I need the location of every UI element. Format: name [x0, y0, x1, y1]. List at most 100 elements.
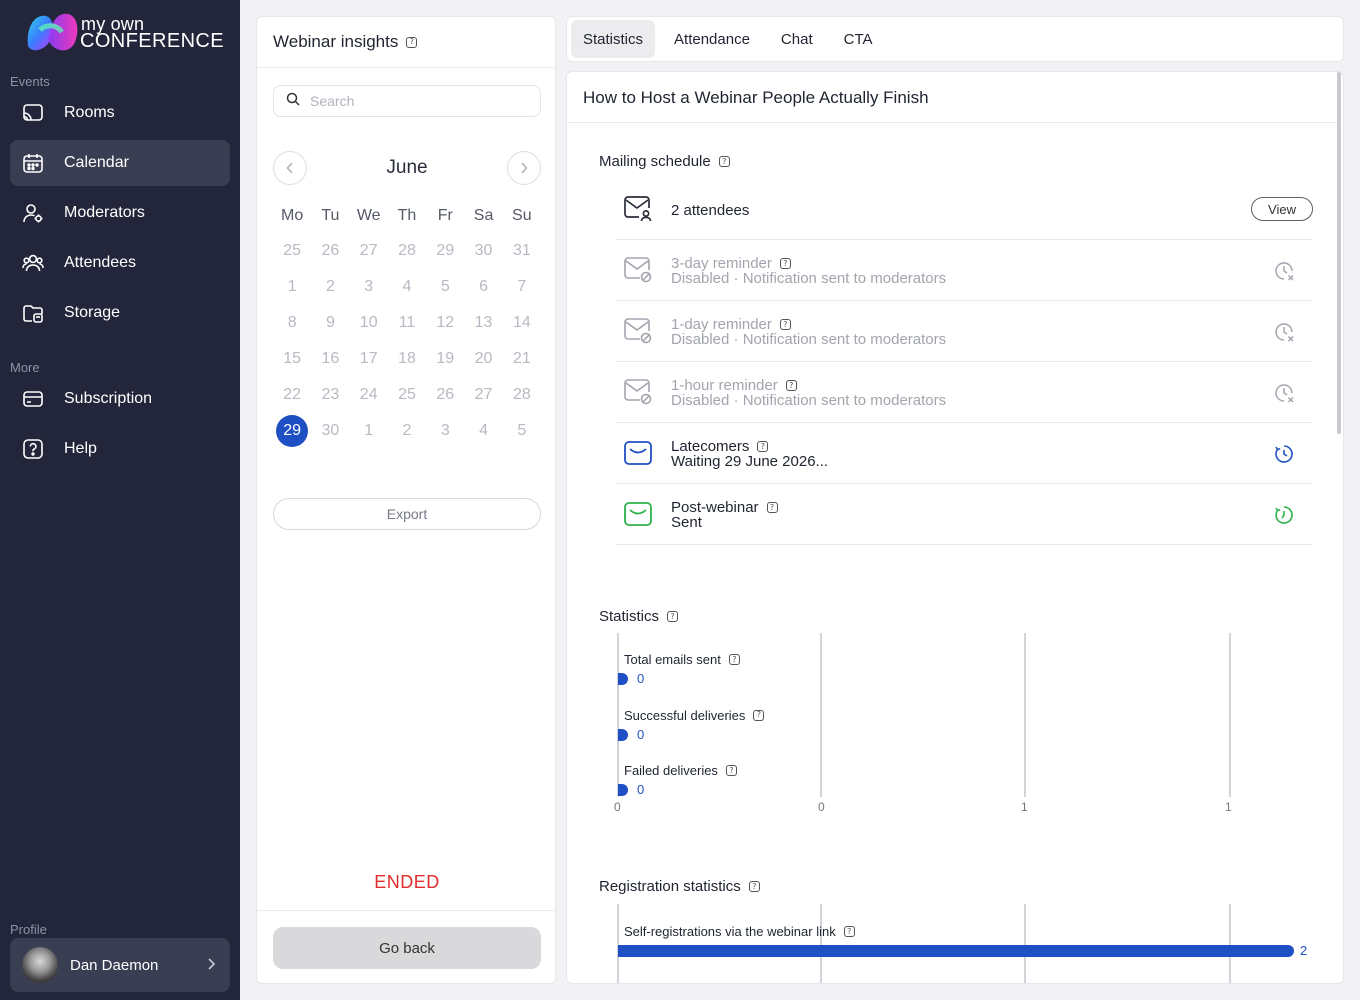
calendar-day[interactable]: 23 — [311, 379, 349, 411]
help-icon[interactable]: ? — [725, 765, 737, 776]
calendar-day-number: 1 — [364, 422, 374, 439]
mailing-row[interactable]: 1-day reminder? Disabled · Notification s… — [615, 301, 1313, 362]
view-attendees-button[interactable]: View — [1251, 197, 1313, 221]
calendar-day[interactable]: 5 — [503, 415, 541, 447]
webinar-status: ENDED — [374, 872, 440, 892]
sidebar-item-moderators[interactable]: Moderators — [10, 190, 230, 236]
sidebar-item-rooms[interactable]: Rooms — [10, 90, 230, 136]
calendar-day[interactable]: 27 — [350, 235, 388, 267]
sidebar-item-label: Subscription — [64, 390, 153, 407]
calendar-day[interactable]: 4 — [464, 415, 502, 447]
calendar-day[interactable]: 19 — [426, 343, 464, 375]
help-icon[interactable]: ? — [753, 709, 765, 721]
sidebar-item-calendar[interactable]: Calendar — [10, 140, 230, 186]
calendar-day-number: 2 — [402, 422, 412, 439]
help-icon[interactable]: ? — [406, 36, 418, 48]
help-icon[interactable]: ? — [728, 654, 740, 665]
mailing-row[interactable]: Latecomers? Waiting 29 June 2026... — [615, 423, 1313, 484]
calendar-day[interactable]: 16 — [311, 343, 349, 375]
calendar-day[interactable]: 24 — [350, 379, 388, 411]
calendar-day-number: 30 — [474, 242, 493, 259]
calendar-day[interactable]: 11 — [388, 307, 426, 339]
calendar-day-number: 20 — [474, 350, 493, 367]
calendar-day[interactable]: 7 — [503, 271, 541, 303]
calendar-day[interactable]: 8 — [273, 307, 311, 339]
stat-label: Successful deliveries? — [624, 708, 765, 723]
sidebar-item-attendees[interactable]: Attendees — [10, 240, 230, 286]
calendar-day[interactable]: 14 — [503, 307, 541, 339]
calendar-day[interactable]: 30 — [464, 235, 502, 267]
calendar-day-number: 11 — [398, 314, 416, 331]
help-icon[interactable]: ? — [843, 926, 855, 937]
calendar-day[interactable]: 18 — [388, 343, 426, 375]
calendar-day[interactable]: 12 — [426, 307, 464, 339]
help-icon[interactable]: ? — [785, 380, 797, 391]
help-icon[interactable]: ? — [757, 441, 769, 452]
profile-card[interactable]: Dan Daemon — [10, 938, 230, 992]
calendar-day[interactable]: 27 — [464, 379, 502, 411]
calendar-day[interactable]: 31 — [503, 235, 541, 267]
next-month-button[interactable] — [507, 151, 541, 185]
calendar-day[interactable]: 5 — [426, 271, 464, 303]
calendar-day[interactable]: 25 — [388, 379, 426, 411]
help-icon[interactable]: ? — [779, 319, 791, 330]
calendar-day[interactable]: 26 — [426, 379, 464, 411]
calendar-day-number: 15 — [283, 350, 302, 367]
tab-statistics[interactable]: Statistics — [571, 20, 656, 58]
calendar-day[interactable]: 2 — [388, 415, 426, 447]
calendar-day[interactable]: 28 — [503, 379, 541, 411]
sidebar-item-help[interactable]: Help — [10, 426, 230, 472]
tab-cta[interactable]: CTA — [832, 20, 885, 58]
calendar-day[interactable]: 2 — [311, 271, 349, 303]
tab-attendance[interactable]: Attendance — [662, 20, 762, 58]
export-button[interactable]: Export — [273, 498, 541, 530]
calendar-day-number: 23 — [321, 386, 340, 403]
calendar-day[interactable]: 17 — [350, 343, 388, 375]
registration-statistics-title: Registration statistics ? — [599, 878, 760, 895]
calendar-day[interactable]: 21 — [503, 343, 541, 375]
scrollbar[interactable] — [1337, 72, 1341, 434]
calendar-day[interactable]: 29 — [426, 235, 464, 267]
calendar-day[interactable]: 6 — [464, 271, 502, 303]
calendar-day[interactable]: 10 — [350, 307, 388, 339]
sidebar-item-subscription[interactable]: Subscription — [10, 376, 230, 422]
weekday-label: Fr — [437, 207, 453, 224]
mailing-row[interactable]: 3-day reminder? Disabled · Notification s… — [615, 240, 1313, 301]
calendar-day[interactable]: 15 — [273, 343, 311, 375]
stat-bar — [618, 673, 628, 685]
calendar-day[interactable]: 3 — [350, 271, 388, 303]
statistics-title: Statistics ? — [599, 608, 679, 625]
help-icon[interactable]: ? — [667, 611, 679, 622]
calendar-day[interactable]: 1 — [273, 271, 311, 303]
calendar-day[interactable]: 28 — [388, 235, 426, 267]
calendar-day[interactable]: 13 — [464, 307, 502, 339]
help-icon[interactable]: ? — [779, 258, 791, 269]
weekday-label: Th — [397, 207, 417, 224]
go-back-button[interactable]: Go back — [273, 927, 541, 969]
calendar-day[interactable]: 30 — [311, 415, 349, 447]
calendar-day[interactable]: 25 — [273, 235, 311, 267]
divider — [567, 122, 1337, 123]
calendar-day-number: 26 — [436, 386, 455, 403]
sidebar-item-storage[interactable]: Storage — [10, 290, 230, 336]
calendar-day-number: 29 — [436, 242, 455, 259]
calendar-day-number: 4 — [402, 278, 412, 295]
calendar-day[interactable]: 20 — [464, 343, 502, 375]
mailing-row[interactable]: 1-hour reminder? Disabled · Notification … — [615, 362, 1313, 423]
calendar-day[interactable]: 4 — [388, 271, 426, 303]
search-input[interactable] — [310, 93, 530, 109]
help-icon[interactable]: ? — [718, 156, 730, 167]
mailing-row[interactable]: Post-webinar? Sent — [615, 484, 1313, 545]
calendar-day-selected[interactable]: 29 — [273, 415, 311, 447]
calendar-day[interactable]: 26 — [311, 235, 349, 267]
brand-logo[interactable]: my own CONFERENCE — [24, 10, 224, 58]
help-icon[interactable]: ? — [748, 881, 760, 892]
help-icon[interactable]: ? — [766, 502, 778, 513]
calendar-day-number: 28 — [398, 242, 416, 259]
calendar-day[interactable]: 22 — [273, 379, 311, 411]
tab-chat[interactable]: Chat — [769, 20, 825, 58]
calendar-day[interactable]: 3 — [426, 415, 464, 447]
calendar-day[interactable]: 9 — [311, 307, 349, 339]
calendar-day[interactable]: 1 — [350, 415, 388, 447]
webinar-title: How to Host a Webinar People Actually Fi… — [583, 88, 929, 107]
